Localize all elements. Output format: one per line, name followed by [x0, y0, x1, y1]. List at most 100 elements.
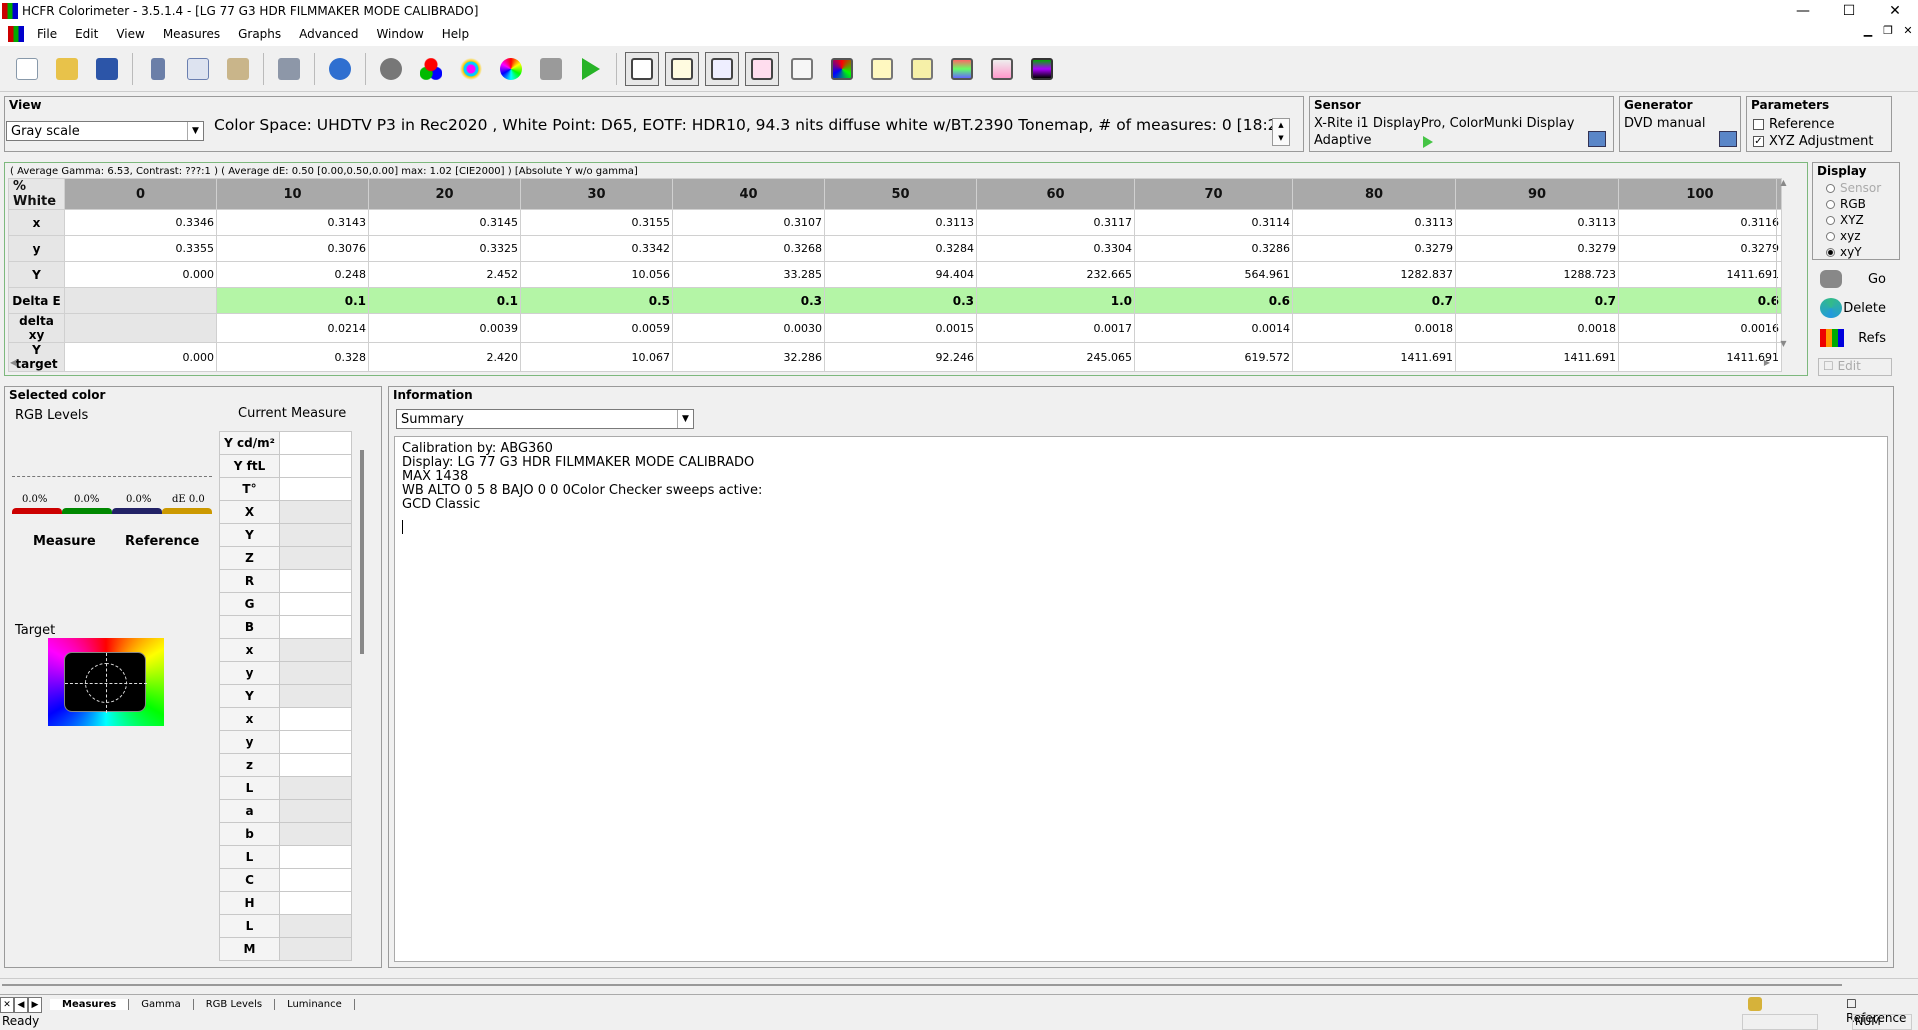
- display-rgb-radio[interactable]: RGB: [1826, 197, 1866, 211]
- grid-vscroll[interactable]: ▲ ▼: [1776, 178, 1790, 354]
- graph-luminance-button[interactable]: [625, 51, 659, 86]
- tab-luminance[interactable]: Luminance: [275, 999, 355, 1010]
- information-selector[interactable]: Summary ▼: [396, 409, 694, 429]
- grid-cell[interactable]: 33.285: [672, 261, 825, 288]
- chevron-down-icon[interactable]: ▼: [187, 122, 203, 140]
- tab-prev-icon[interactable]: ◀: [14, 996, 28, 1013]
- grid-cell[interactable]: 0.0214: [216, 313, 369, 343]
- display-xyz-radio[interactable]: XYZ: [1826, 213, 1864, 227]
- grid-cell[interactable]: 0.3325: [368, 235, 521, 262]
- xyz-adjustment-checkbox[interactable]: ✓ XYZ Adjustment: [1753, 134, 1874, 149]
- radio-icon[interactable]: [1826, 200, 1835, 209]
- col-header[interactable]: 30: [520, 178, 673, 210]
- graph-rgb-button[interactable]: [705, 51, 739, 86]
- menu-graphs[interactable]: Graphs: [229, 27, 290, 41]
- hscroll-thumb[interactable]: [2, 984, 1842, 986]
- graph-levels-button[interactable]: [985, 52, 1019, 86]
- go-button[interactable]: Go: [1816, 266, 1894, 292]
- grid-cell[interactable]: [64, 313, 217, 343]
- grid-cell[interactable]: 0.0016: [1618, 313, 1782, 343]
- grid-cell[interactable]: 0.6: [1134, 287, 1293, 314]
- minimize-button[interactable]: —: [1780, 0, 1826, 22]
- menu-window[interactable]: Window: [367, 27, 432, 41]
- save-button[interactable]: [90, 52, 124, 86]
- grid-cell[interactable]: 0.3268: [672, 235, 825, 262]
- menu-measures[interactable]: Measures: [154, 27, 229, 41]
- grid-cell[interactable]: 0.3117: [976, 209, 1135, 236]
- grid-cell[interactable]: 0.3286: [1134, 235, 1293, 262]
- grid-cell[interactable]: 0.1: [216, 287, 369, 314]
- grid-cell[interactable]: 0.3342: [520, 235, 673, 262]
- grid-cell[interactable]: 0.0030: [672, 313, 825, 343]
- col-header[interactable]: 20: [368, 178, 521, 210]
- generator-config-icon[interactable]: [1719, 131, 1737, 147]
- tab-measures[interactable]: Measures: [50, 999, 130, 1010]
- graph-sat-button[interactable]: [865, 52, 899, 86]
- grid-cell[interactable]: 0.3113: [824, 209, 977, 236]
- col-header[interactable]: 90: [1455, 178, 1619, 210]
- tab-next-icon[interactable]: ▶: [28, 996, 42, 1013]
- col-header[interactable]: 40: [672, 178, 825, 210]
- grid-cell[interactable]: 0.000: [64, 261, 217, 288]
- radio-icon[interactable]: [1826, 232, 1835, 241]
- grid-cell[interactable]: 0.3143: [216, 209, 369, 236]
- close-button[interactable]: ✕: [1872, 0, 1918, 22]
- graph-spectrum-button[interactable]: [1025, 52, 1059, 86]
- tab-gamma[interactable]: Gamma: [129, 999, 194, 1010]
- sensor-button[interactable]: [374, 52, 408, 86]
- view-selector[interactable]: Gray scale ▼: [6, 121, 204, 141]
- open-button[interactable]: [50, 52, 84, 86]
- grid-cell[interactable]: 2.452: [368, 261, 521, 288]
- sensor-play-icon[interactable]: [1423, 136, 1433, 148]
- graph-near-white-button[interactable]: [945, 52, 979, 86]
- grid-cell[interactable]: 0.3116: [1618, 209, 1782, 236]
- sensor-config-icon[interactable]: [1588, 131, 1606, 147]
- col-header[interactable]: 0: [64, 178, 217, 210]
- maximize-button[interactable]: ☐: [1826, 0, 1872, 22]
- grid-cell[interactable]: 0.7: [1455, 287, 1619, 314]
- colorchecker-button[interactable]: [494, 52, 528, 86]
- grid-cell[interactable]: 0.7: [1292, 287, 1456, 314]
- grid-cell[interactable]: 1.0: [976, 287, 1135, 314]
- menu-edit[interactable]: Edit: [66, 27, 107, 41]
- edit-checkbox[interactable]: ☐ Edit: [1818, 358, 1892, 376]
- measure-scrollbar[interactable]: [360, 450, 364, 654]
- grid-cell[interactable]: 0.0014: [1134, 313, 1293, 343]
- menu-help[interactable]: Help: [433, 27, 478, 41]
- grid-cell[interactable]: 0.3284: [824, 235, 977, 262]
- display-sensor-radio[interactable]: Sensor: [1826, 181, 1881, 195]
- grid-cell[interactable]: 0.3: [672, 287, 825, 314]
- delete-button[interactable]: Delete: [1816, 295, 1894, 321]
- grid-cell[interactable]: 0.0059: [520, 313, 673, 343]
- grid-cell[interactable]: 0.3076: [216, 235, 369, 262]
- grid-cell[interactable]: 1282.837: [1292, 261, 1456, 288]
- grid-cell[interactable]: 94.404: [824, 261, 977, 288]
- grid-cell[interactable]: 0.3113: [1292, 209, 1456, 236]
- col-header[interactable]: 100: [1618, 178, 1782, 210]
- col-header[interactable]: 60: [976, 178, 1135, 210]
- tab-close-icon[interactable]: ✕: [0, 996, 14, 1013]
- radio-selected-icon[interactable]: [1826, 248, 1835, 257]
- reference-checkbox[interactable]: Reference: [1753, 117, 1834, 132]
- grid-cell[interactable]: 0.0015: [824, 313, 977, 343]
- grid-cell[interactable]: 0.3155: [520, 209, 673, 236]
- mdi-minimize-icon[interactable]: ▁: [1858, 24, 1878, 37]
- checkbox-checked-icon[interactable]: ✓: [1753, 136, 1764, 147]
- new-button[interactable]: [10, 52, 44, 86]
- mdi-doc-icon[interactable]: [8, 26, 24, 42]
- grid-cell[interactable]: 0.5: [520, 287, 673, 314]
- mdi-close-icon[interactable]: ✕: [1898, 24, 1918, 37]
- grid-cell[interactable]: 0.3279: [1618, 235, 1782, 262]
- chevron-down-icon[interactable]: ▼: [677, 410, 693, 428]
- graph-gamma-button[interactable]: [665, 51, 699, 86]
- grid-cell[interactable]: 10.056: [520, 261, 673, 288]
- grid-cell[interactable]: 0.3114: [1134, 209, 1293, 236]
- grid-cell[interactable]: 0.3279: [1292, 235, 1456, 262]
- grid-cell[interactable]: 1411.691: [1618, 261, 1782, 288]
- col-header[interactable]: 50: [824, 178, 977, 210]
- checkbox-icon[interactable]: [1753, 119, 1764, 130]
- refs-button[interactable]: Refs: [1816, 325, 1894, 351]
- help-button[interactable]: [323, 52, 357, 86]
- grid-cell[interactable]: 0.3355: [64, 235, 217, 262]
- tab-rgb-levels[interactable]: RGB Levels: [194, 999, 276, 1010]
